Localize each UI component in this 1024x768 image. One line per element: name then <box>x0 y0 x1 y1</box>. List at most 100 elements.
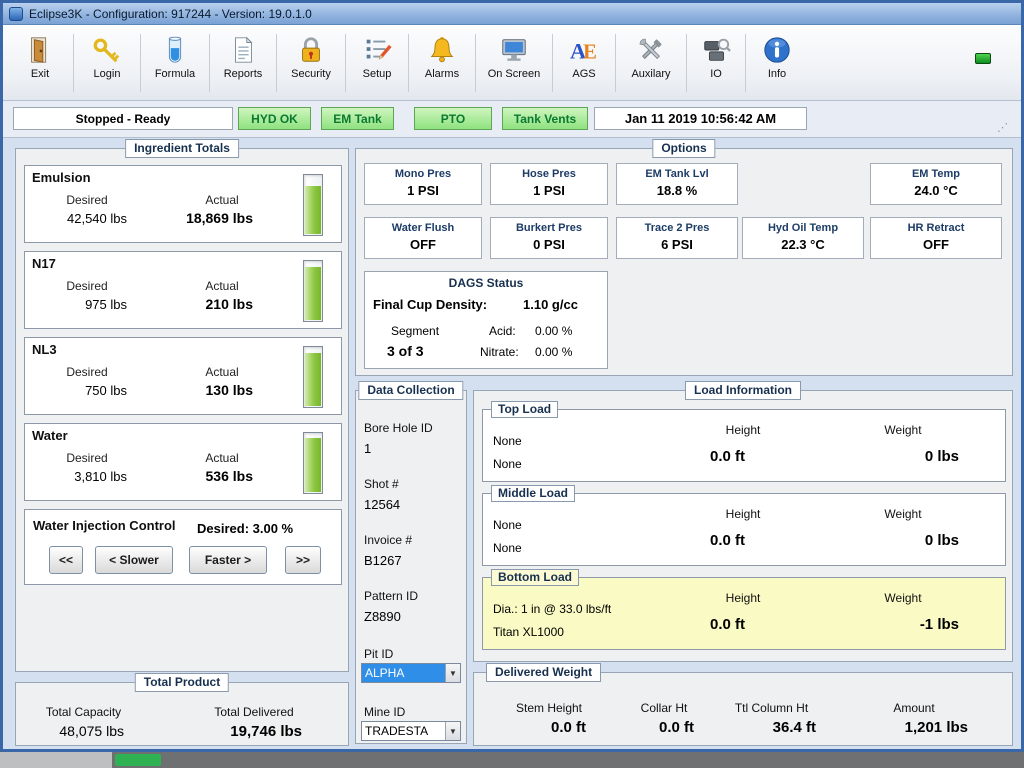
monitor-on-screen-icon <box>498 34 530 66</box>
toolbar-button-label: Info <box>768 68 786 80</box>
door-exit-icon <box>24 34 56 66</box>
load-card-title: Middle Load <box>491 485 575 502</box>
water-injection-desired: Desired: 3.00 % <box>197 521 293 536</box>
toolbar-separator <box>408 34 409 92</box>
panel-title: Options <box>652 139 715 158</box>
level-gauge <box>303 174 323 236</box>
toolbar-separator <box>475 34 476 92</box>
resize-grip[interactable]: ⋰ <box>997 121 1009 134</box>
machine-state-display: Stopped - Ready <box>13 107 233 130</box>
load-line1: None <box>493 434 522 448</box>
taskbar-green-item[interactable] <box>115 754 161 766</box>
em-tank-indicator[interactable]: EM Tank <box>321 107 394 130</box>
actual-label: Actual <box>182 365 262 379</box>
load-information-panel: Load Information Top Load None None Heig… <box>473 390 1013 662</box>
window-title: Eclipse3K - Configuration: 917244 - Vers… <box>29 7 312 21</box>
middle-load-card: Middle Load None None Height 0.0 ft Weig… <box>482 493 1006 566</box>
final-cup-density-value: 1.10 g/cc <box>523 297 578 312</box>
collar-ht-label: Collar Ht <box>609 701 719 715</box>
bore-hole-id-value: 1 <box>364 441 371 456</box>
list-pencil-setup-icon <box>361 34 393 66</box>
info-button[interactable]: Info <box>752 30 802 96</box>
water-injection-title: Water Injection Control <box>33 518 176 533</box>
ttl-column-ht-label: Ttl Column Ht <box>704 701 839 715</box>
toolbar-separator <box>345 34 346 92</box>
mine-id-dropdown[interactable]: TRADESTA ▼ <box>361 721 461 741</box>
load-line1: None <box>493 518 522 532</box>
total-capacity-value: 48,075 lbs <box>24 723 124 739</box>
nitrate-label: Nitrate: <box>480 345 519 359</box>
ingredient-name: Emulsion <box>32 170 91 185</box>
padlock-security-icon <box>295 34 327 66</box>
load-line1: Dia.: 1 in @ 33.0 lbs/ft <box>493 602 611 616</box>
ttl-column-ht-value: 36.4 ft <box>694 719 816 736</box>
hyd-oil-temp-cell: Hyd Oil Temp 22.3 °C <box>742 217 864 259</box>
toolbar-button-label: AGS <box>572 68 595 80</box>
cell-value: 18.8 % <box>617 183 737 198</box>
pit-id-dropdown[interactable]: ALPHA ▼ <box>361 663 461 683</box>
desired-value: 3,810 lbs <box>27 469 127 484</box>
cell-value: OFF <box>871 237 1001 252</box>
chevron-down-icon[interactable]: ▼ <box>445 722 460 740</box>
weight-label: Weight <box>833 591 973 605</box>
info-circle-icon <box>761 34 793 66</box>
datetime-display: Jan 11 2019 10:56:42 AM <box>594 107 807 130</box>
actual-label: Actual <box>182 279 262 293</box>
actual-value: 210 lbs <box>143 296 253 312</box>
total-product-panel: Total Product Total Capacity 48,075 lbs … <box>15 682 349 746</box>
toolbar-button-label: Auxilary <box>631 68 670 80</box>
ingredient-card-n17: N17 Desired 975 lbs Actual 210 lbs <box>24 251 342 329</box>
weight-value: 0 lbs <box>813 532 959 549</box>
status-row: Stopped - Ready HYD OK EM Tank PTO Tank … <box>3 101 1021 138</box>
tank-vents-indicator[interactable]: Tank Vents <box>502 107 588 130</box>
hyd-ok-indicator[interactable]: HYD OK <box>238 107 311 130</box>
cell-label: Mono Pres <box>365 168 481 180</box>
cell-label: EM Temp <box>871 168 1001 180</box>
toolbar-button-label: Reports <box>224 68 263 80</box>
pto-indicator[interactable]: PTO <box>414 107 492 130</box>
reports-button[interactable]: Reports <box>216 30 270 96</box>
panel-title: Total Product <box>135 673 229 692</box>
trace-2-pres-cell: Trace 2 Pres 6 PSI <box>616 217 738 259</box>
fast-forward-button[interactable]: >> <box>285 546 321 574</box>
formula-button[interactable]: Formula <box>147 30 203 96</box>
cell-label: Hyd Oil Temp <box>743 222 863 234</box>
amount-label: Amount <box>849 701 979 715</box>
bell-alarms-icon <box>426 34 458 66</box>
weight-value: -1 lbs <box>813 616 959 633</box>
desired-label: Desired <box>47 451 127 465</box>
setup-button[interactable]: Setup <box>352 30 402 96</box>
slower-button[interactable]: < Slower <box>95 546 173 574</box>
toolbar-separator <box>745 34 746 92</box>
final-cup-density-label: Final Cup Density: <box>373 297 487 312</box>
stem-height-label: Stem Height <box>489 701 609 715</box>
auxilary-button[interactable]: Auxilary <box>622 30 680 96</box>
total-delivered-label: Total Delivered <box>196 705 312 719</box>
rewind-button[interactable]: << <box>49 546 83 574</box>
desired-value: 975 lbs <box>27 297 127 312</box>
bore-hole-id-label: Bore Hole ID <box>364 421 433 435</box>
water-flush-cell: Water Flush OFF <box>364 217 482 259</box>
login-button[interactable]: Login <box>80 30 134 96</box>
faster-button[interactable]: Faster > <box>189 546 267 574</box>
segment-value: 3 of 3 <box>387 343 424 359</box>
chevron-down-icon[interactable]: ▼ <box>445 664 460 682</box>
height-label: Height <box>668 423 818 437</box>
exit-button[interactable]: Exit <box>13 30 67 96</box>
app-window: Eclipse3K - Configuration: 917244 - Vers… <box>0 0 1024 752</box>
title-bar[interactable]: Eclipse3K - Configuration: 917244 - Vers… <box>3 3 1021 25</box>
total-delivered-value: 19,746 lbs <box>178 723 302 740</box>
security-button[interactable]: Security <box>283 30 339 96</box>
cell-value: 1 PSI <box>491 183 607 198</box>
weight-label: Weight <box>833 507 973 521</box>
on-screen-button[interactable]: On Screen <box>482 30 546 96</box>
toolbar-separator <box>276 34 277 92</box>
actual-value: 536 lbs <box>143 468 253 484</box>
mine-id-label: Mine ID <box>364 705 405 719</box>
water-injection-control: Water Injection Control Desired: 3.00 % … <box>24 509 342 585</box>
panel-title: Delivered Weight <box>486 663 601 682</box>
io-button[interactable]: IO <box>693 30 739 96</box>
alarms-button[interactable]: Alarms <box>415 30 469 96</box>
ags-button[interactable]: AE AGS <box>559 30 609 96</box>
document-reports-icon <box>227 34 259 66</box>
